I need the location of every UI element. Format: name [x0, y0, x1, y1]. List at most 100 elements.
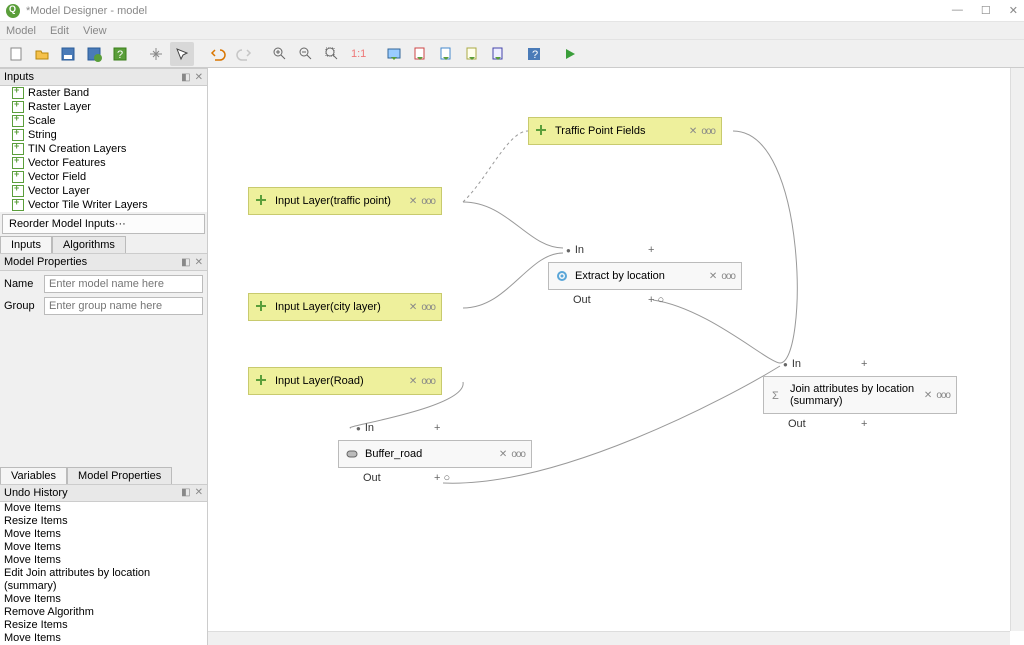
export-pdf-icon[interactable] — [408, 42, 432, 66]
panel-float-icon[interactable]: ◧ — [181, 487, 190, 498]
undo-item[interactable]: Move Items — [0, 554, 207, 567]
node-input-traffic[interactable]: Input Layer(traffic point) ✕ ooo — [248, 187, 442, 215]
undo-item[interactable]: Move Items — [0, 528, 207, 541]
node-input-road[interactable]: Input Layer(Road) ✕ ooo — [248, 367, 442, 395]
edit-help-icon[interactable]: ? — [108, 42, 132, 66]
inputs-tree[interactable]: Raster BandRaster LayerScaleStringTIN Cr… — [0, 86, 207, 212]
undo-item[interactable]: Resize Items — [0, 515, 207, 528]
node-buffer-road[interactable]: Buffer_road ✕ ooo — [338, 440, 532, 468]
tree-item[interactable]: Vector Features — [0, 156, 207, 170]
model-props-header: Model Properties ◧ ✕ — [0, 253, 207, 271]
plus-icon — [255, 374, 269, 388]
run-icon[interactable] — [558, 42, 582, 66]
zoom-100-icon[interactable]: 1:1 — [346, 42, 370, 66]
node-label: Input Layer(city layer) — [275, 301, 405, 313]
port-plus-icon[interactable]: + — [434, 422, 440, 434]
node-menu-icon[interactable]: ooo — [421, 376, 435, 387]
tree-item[interactable]: Vector Tile Writer Layers — [0, 198, 207, 212]
node-label: Input Layer(traffic point) — [275, 195, 405, 207]
undo-item[interactable]: Resize Items — [0, 619, 207, 632]
port-plus-icon[interactable]: + ○ — [434, 472, 450, 484]
node-menu-icon[interactable]: ooo — [511, 449, 525, 460]
panel-close-icon[interactable]: ✕ — [195, 487, 203, 498]
reorder-inputs-button[interactable]: Reorder Model Inputs··· — [2, 214, 205, 234]
port-plus-icon[interactable]: + — [861, 418, 867, 430]
node-join-attributes[interactable]: Σ Join attributes by location (summary) … — [763, 376, 957, 414]
tab-inputs[interactable]: Inputs — [0, 236, 52, 253]
undo-history-list[interactable]: Move ItemsResize ItemsMove ItemsMove Ite… — [0, 502, 207, 645]
export-script-icon[interactable] — [460, 42, 484, 66]
node-input-city[interactable]: Input Layer(city layer) ✕ ooo — [248, 293, 442, 321]
panel-close-icon[interactable]: ✕ — [195, 257, 203, 268]
node-menu-icon[interactable]: ooo — [421, 302, 435, 313]
export-img-icon[interactable] — [382, 42, 406, 66]
port-plus-icon[interactable]: + — [648, 244, 654, 256]
name-input[interactable] — [44, 275, 203, 293]
panel-float-icon[interactable]: ◧ — [181, 72, 190, 83]
pan-icon[interactable] — [144, 42, 168, 66]
select-icon[interactable] — [170, 42, 194, 66]
undo-panel-header: Undo History ◧ ✕ — [0, 484, 207, 502]
undo-item[interactable]: Move Items — [0, 502, 207, 515]
zoom-full-icon[interactable] — [320, 42, 344, 66]
maximize-button[interactable]: ☐ — [981, 4, 991, 17]
tab-variables[interactable]: Variables — [0, 467, 67, 484]
group-input[interactable] — [44, 297, 203, 315]
node-label: Traffic Point Fields — [555, 125, 685, 137]
node-extract-by-location[interactable]: Extract by location ✕ ooo — [548, 262, 742, 290]
tab-algorithms[interactable]: Algorithms — [52, 236, 126, 253]
close-button[interactable]: ✕ — [1009, 4, 1018, 17]
panel-float-icon[interactable]: ◧ — [181, 257, 190, 268]
node-close-icon[interactable]: ✕ — [409, 196, 417, 207]
node-menu-icon[interactable]: ooo — [421, 196, 435, 207]
port-plus-icon[interactable]: + — [861, 358, 867, 370]
new-icon[interactable] — [4, 42, 28, 66]
undo-item[interactable]: Edit Join attributes by location (summar… — [0, 567, 207, 593]
zoom-out-icon[interactable] — [294, 42, 318, 66]
tree-item[interactable]: TIN Creation Layers — [0, 142, 207, 156]
undo-item[interactable]: Move Items — [0, 541, 207, 554]
window-buttons: — ☐ ✕ — [952, 4, 1018, 17]
menu-edit[interactable]: Edit — [50, 25, 69, 37]
tree-item[interactable]: Vector Field — [0, 170, 207, 184]
sigma-icon: Σ — [770, 388, 784, 402]
node-close-icon[interactable]: ✕ — [709, 271, 717, 282]
port-plus-icon[interactable]: + ○ — [648, 294, 664, 306]
node-close-icon[interactable]: ✕ — [924, 390, 932, 401]
export-python-icon[interactable] — [486, 42, 510, 66]
undo-item[interactable]: Remove Algorithm — [0, 606, 207, 619]
save-icon[interactable] — [56, 42, 80, 66]
tree-item[interactable]: String — [0, 128, 207, 142]
node-traffic-fields[interactable]: Traffic Point Fields ✕ ooo — [528, 117, 722, 145]
minimize-button[interactable]: — — [952, 4, 963, 17]
node-close-icon[interactable]: ✕ — [409, 376, 417, 387]
tree-item[interactable]: Vector Layer — [0, 184, 207, 198]
zoom-in-icon[interactable] — [268, 42, 292, 66]
menu-view[interactable]: View — [83, 25, 107, 37]
node-close-icon[interactable]: ✕ — [499, 449, 507, 460]
node-close-icon[interactable]: ✕ — [409, 302, 417, 313]
undo-icon[interactable] — [206, 42, 230, 66]
canvas[interactable]: Input Layer(traffic point) ✕ ooo Input L… — [208, 68, 1024, 645]
export-svg-icon[interactable] — [434, 42, 458, 66]
tree-item[interactable]: Scale — [0, 114, 207, 128]
node-menu-icon[interactable]: ooo — [701, 126, 715, 137]
tab-model-properties[interactable]: Model Properties — [67, 467, 172, 484]
node-menu-icon[interactable]: ooo — [936, 390, 950, 401]
tree-item[interactable]: Raster Band — [0, 86, 207, 100]
save-project-icon[interactable] — [82, 42, 106, 66]
menu-model[interactable]: Model — [6, 25, 36, 37]
tree-item[interactable]: Raster Layer — [0, 100, 207, 114]
plus-icon — [255, 300, 269, 314]
help-icon[interactable]: ? — [522, 42, 546, 66]
open-icon[interactable] — [30, 42, 54, 66]
redo-icon[interactable] — [232, 42, 256, 66]
node-menu-icon[interactable]: ooo — [721, 271, 735, 282]
svg-text:1:1: 1:1 — [351, 48, 366, 60]
undo-item[interactable]: Move Items — [0, 632, 207, 645]
vertical-scrollbar[interactable] — [1010, 68, 1024, 631]
panel-close-icon[interactable]: ✕ — [195, 72, 203, 83]
node-close-icon[interactable]: ✕ — [689, 126, 697, 137]
horizontal-scrollbar[interactable] — [208, 631, 1010, 645]
undo-item[interactable]: Move Items — [0, 593, 207, 606]
